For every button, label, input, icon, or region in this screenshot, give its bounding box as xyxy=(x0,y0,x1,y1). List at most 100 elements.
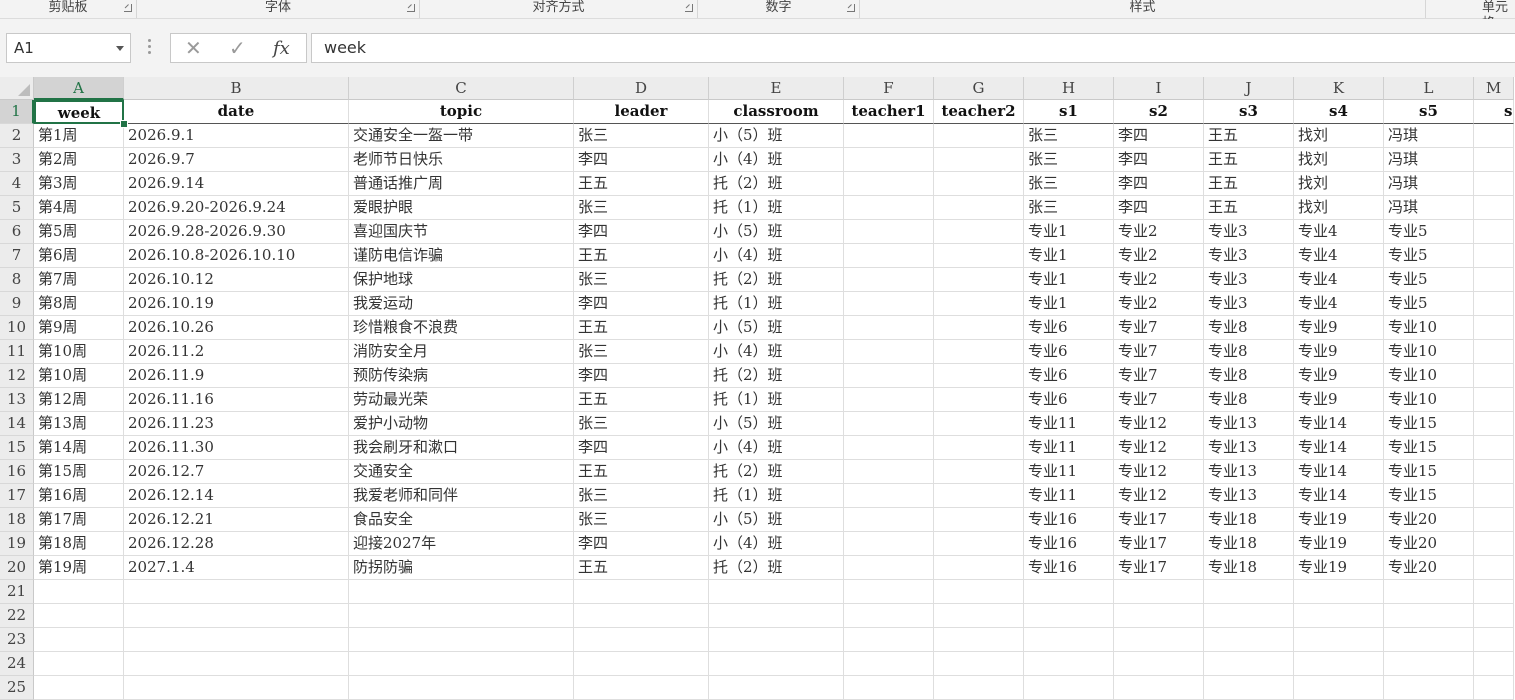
row-header-4[interactable]: 4 xyxy=(0,172,34,196)
row-header-25[interactable]: 25 xyxy=(0,676,34,700)
row-header-12[interactable]: 12 xyxy=(0,364,34,388)
cell[interactable]: 第15周 xyxy=(34,460,124,484)
cell[interactable]: 专业2 xyxy=(1114,268,1204,292)
cell[interactable]: 我会刷牙和漱口 xyxy=(349,436,574,460)
cell[interactable] xyxy=(934,196,1024,220)
cell[interactable]: 第10周 xyxy=(34,340,124,364)
cell[interactable]: 2026.9.1 xyxy=(124,124,349,148)
formula-input[interactable]: week xyxy=(311,33,1515,63)
cell[interactable]: 专业14 xyxy=(1294,412,1384,436)
cell[interactable]: 专业9 xyxy=(1294,388,1384,412)
column-header-j[interactable]: J xyxy=(1204,77,1294,100)
cell[interactable]: 专业11 xyxy=(1024,412,1114,436)
cell[interactable] xyxy=(1024,652,1114,676)
cell[interactable] xyxy=(844,244,934,268)
cell[interactable]: 我爱运动 xyxy=(349,292,574,316)
column-header-c[interactable]: C xyxy=(349,77,574,100)
header-cell[interactable]: date xyxy=(124,100,349,124)
cell[interactable]: 专业4 xyxy=(1294,292,1384,316)
chevron-down-icon[interactable] xyxy=(116,46,124,51)
cell[interactable]: 托（1）班 xyxy=(709,388,844,412)
cell[interactable] xyxy=(934,220,1024,244)
cell[interactable]: 2026.12.7 xyxy=(124,460,349,484)
cell[interactable]: 李四 xyxy=(1114,196,1204,220)
cell[interactable] xyxy=(934,292,1024,316)
header-cell[interactable]: s6 xyxy=(1474,100,1514,124)
cell[interactable] xyxy=(1474,172,1514,196)
cell[interactable] xyxy=(1384,604,1474,628)
header-cell[interactable]: s5 xyxy=(1384,100,1474,124)
row-header-11[interactable]: 11 xyxy=(0,340,34,364)
cell[interactable] xyxy=(844,196,934,220)
cell[interactable] xyxy=(124,580,349,604)
cell[interactable]: 专业6 xyxy=(1024,316,1114,340)
cell[interactable] xyxy=(709,628,844,652)
cell[interactable] xyxy=(1114,676,1204,700)
header-cell[interactable]: s3 xyxy=(1204,100,1294,124)
cell[interactable]: 保护地球 xyxy=(349,268,574,292)
cell[interactable] xyxy=(1474,604,1514,628)
cell[interactable]: 王五 xyxy=(574,244,709,268)
cell[interactable]: 专业3 xyxy=(1204,244,1294,268)
cell[interactable]: 第2周 xyxy=(34,148,124,172)
cell[interactable] xyxy=(1474,340,1514,364)
cell[interactable]: 专业14 xyxy=(1294,436,1384,460)
cell[interactable]: 普通话推广周 xyxy=(349,172,574,196)
cell[interactable]: 专业10 xyxy=(1384,316,1474,340)
cell[interactable] xyxy=(844,220,934,244)
cell[interactable]: 第7周 xyxy=(34,268,124,292)
cell[interactable]: 冯琪 xyxy=(1384,148,1474,172)
cell[interactable] xyxy=(934,652,1024,676)
cell[interactable]: 专业9 xyxy=(1294,364,1384,388)
row-header-9[interactable]: 9 xyxy=(0,292,34,316)
cell[interactable]: 专业2 xyxy=(1114,220,1204,244)
cell[interactable]: 专业3 xyxy=(1204,268,1294,292)
cell[interactable]: 专业19 xyxy=(1294,508,1384,532)
cell[interactable] xyxy=(574,580,709,604)
cell[interactable] xyxy=(709,604,844,628)
cell[interactable]: 李四 xyxy=(574,436,709,460)
row-header-6[interactable]: 6 xyxy=(0,220,34,244)
cell[interactable] xyxy=(844,268,934,292)
cell[interactable] xyxy=(1474,388,1514,412)
cell[interactable] xyxy=(934,676,1024,700)
cell[interactable]: 专业15 xyxy=(1384,460,1474,484)
cell[interactable]: 专业18 xyxy=(1204,508,1294,532)
cell[interactable] xyxy=(1294,628,1384,652)
cell[interactable] xyxy=(1024,676,1114,700)
cell[interactable] xyxy=(844,628,934,652)
cell[interactable] xyxy=(1474,436,1514,460)
cell[interactable]: 交通安全 xyxy=(349,460,574,484)
cell[interactable]: 专业5 xyxy=(1384,292,1474,316)
dialog-launcher-icon[interactable] xyxy=(124,4,132,12)
cell[interactable] xyxy=(1474,244,1514,268)
cell[interactable]: 张三 xyxy=(1024,172,1114,196)
cell[interactable] xyxy=(1204,604,1294,628)
cell[interactable]: 专业1 xyxy=(1024,220,1114,244)
cell[interactable]: 专业16 xyxy=(1024,556,1114,580)
cell[interactable]: 专业20 xyxy=(1384,556,1474,580)
cell[interactable] xyxy=(844,676,934,700)
cell[interactable]: 爱眼护眼 xyxy=(349,196,574,220)
cell[interactable]: 2026.10.12 xyxy=(124,268,349,292)
cell[interactable]: 专业9 xyxy=(1294,316,1384,340)
row-header-14[interactable]: 14 xyxy=(0,412,34,436)
cell[interactable]: 2026.9.28-2026.9.30 xyxy=(124,220,349,244)
cell[interactable]: 爱护小动物 xyxy=(349,412,574,436)
dialog-launcher-icon[interactable] xyxy=(407,4,415,12)
cell[interactable]: 专业1 xyxy=(1024,268,1114,292)
cell[interactable]: 王五 xyxy=(1204,172,1294,196)
cell[interactable]: 托（2）班 xyxy=(709,364,844,388)
cell[interactable]: 第9周 xyxy=(34,316,124,340)
cell[interactable] xyxy=(1474,364,1514,388)
cell[interactable]: 2026.11.16 xyxy=(124,388,349,412)
cell[interactable] xyxy=(844,412,934,436)
column-header-l[interactable]: L xyxy=(1384,77,1474,100)
cell[interactable] xyxy=(1114,580,1204,604)
row-header-20[interactable]: 20 xyxy=(0,556,34,580)
cell[interactable] xyxy=(1474,484,1514,508)
cell[interactable] xyxy=(934,244,1024,268)
cell[interactable]: 托（2）班 xyxy=(709,172,844,196)
row-header-8[interactable]: 8 xyxy=(0,268,34,292)
cell[interactable]: 托（2）班 xyxy=(709,460,844,484)
